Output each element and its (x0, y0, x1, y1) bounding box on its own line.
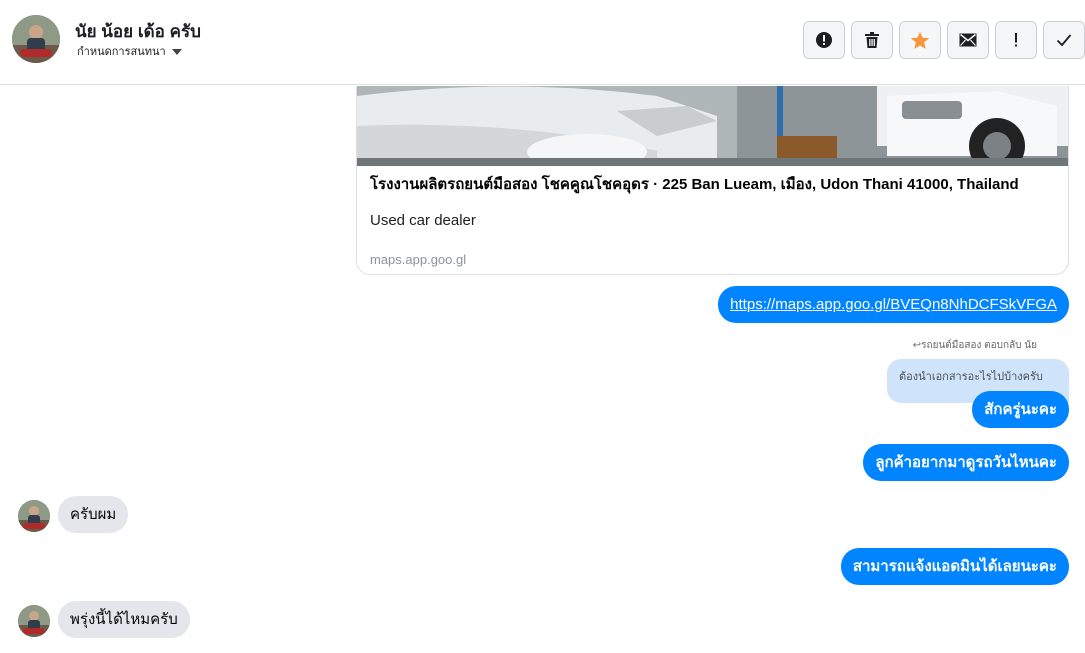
mark-unread-button[interactable] (947, 21, 989, 59)
envelope-icon (959, 33, 977, 47)
star-icon (911, 31, 929, 49)
report-button[interactable] (803, 21, 845, 59)
message-thread: โรงงานผลิตรถยนต์มือสอง โชคคูณโชคอุดร · 2… (0, 86, 1085, 653)
outgoing-message[interactable]: สักครู่นะคะ (972, 391, 1069, 428)
star-button[interactable] (899, 21, 941, 59)
reply-indicator: ↩รถยนต์มือสอง ตอบกลับ นัย (913, 338, 1037, 353)
message-text: พรุ่งนี้ได้ไหมครับ (70, 611, 178, 628)
link-preview-domain: maps.app.goo.gl (370, 252, 467, 267)
link-preview-card[interactable]: โรงงานผลิตรถยนต์มือสอง โชคคูณโชคอุดร · 2… (356, 86, 1069, 275)
contact-avatar[interactable] (12, 15, 60, 63)
trash-icon (865, 32, 879, 48)
conversation-header: นัย น้อย เด้อ ครับ กำหนดการสนทนา (0, 0, 1085, 85)
contact-avatar-small[interactable] (18, 500, 50, 532)
delete-button[interactable] (851, 21, 893, 59)
conversation-label-dropdown[interactable]: กำหนดการสนทนา (77, 42, 182, 60)
done-button[interactable] (1043, 21, 1085, 59)
outgoing-message-link[interactable]: https://maps.app.goo.gl/BVEQn8NhDCFSkVFG… (718, 286, 1069, 323)
link-preview-description: Used car dealer (370, 212, 476, 229)
contact-avatar-small[interactable] (18, 605, 50, 637)
message-text: ครับผม (70, 506, 117, 523)
outgoing-message[interactable]: ลูกค้าอยากมาดูรถวันไหนคะ (863, 444, 1069, 481)
quoted-message-text: ต้องนำเอกสารอะไรไปบ้างครับ (899, 371, 1043, 383)
reply-indicator-text: รถยนต์มือสอง ตอบกลับ นัย (921, 340, 1037, 351)
message-text: ลูกค้าอยากมาดูรถวันไหนคะ (875, 454, 1057, 471)
reply-arrow-icon: ↩ (912, 340, 922, 351)
incoming-message[interactable]: ครับผม (58, 496, 129, 533)
checkmark-icon (1056, 34, 1072, 47)
link-preview-title: โรงงานผลิตรถยนต์มือสอง โชคคูณโชคอุดร · 2… (370, 176, 1019, 193)
alert-circle-icon (816, 32, 832, 48)
link-preview-image (357, 86, 1068, 166)
message-text: สามารถแจ้งแอดมินได้เลยนะคะ (852, 558, 1057, 575)
contact-name: นัย น้อย เด้อ ครับ (75, 22, 201, 41)
conversation-toolbar (803, 21, 1085, 59)
important-button[interactable] (995, 21, 1037, 59)
conversation-label-text: กำหนดการสนทนา (77, 46, 166, 58)
exclamation-icon (1015, 33, 1017, 47)
message-link[interactable]: https://maps.app.goo.gl/BVEQn8NhDCFSkVFG… (730, 296, 1057, 313)
caret-down-icon (171, 48, 182, 55)
outgoing-message[interactable]: สามารถแจ้งแอดมินได้เลยนะคะ (840, 548, 1069, 585)
message-text: สักครู่นะคะ (984, 401, 1057, 418)
incoming-message[interactable]: พรุ่งนี้ได้ไหมครับ (58, 601, 190, 638)
